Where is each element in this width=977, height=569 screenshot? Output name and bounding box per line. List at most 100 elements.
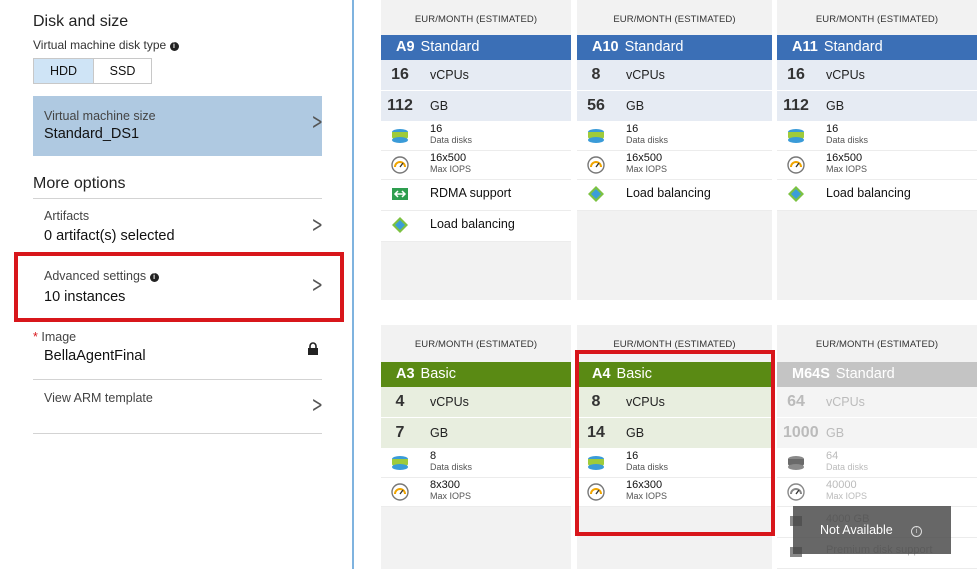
vcpu-row: 8 vCPUs bbox=[577, 60, 772, 91]
disk-icon bbox=[391, 127, 409, 145]
not-available-text: Not Available bbox=[820, 523, 893, 537]
card-title: M64S Standard bbox=[777, 362, 977, 387]
artifacts-value: 0 artifact(s) selected bbox=[44, 228, 175, 244]
ram-row: 56 GB bbox=[577, 91, 772, 122]
data-disks-label: Data disks bbox=[826, 135, 869, 145]
disk-icon bbox=[787, 454, 805, 472]
view-arm-template-row[interactable]: View ARM template > bbox=[33, 385, 323, 430]
artifacts-row[interactable]: Artifacts 0 artifact(s) selected > bbox=[33, 203, 323, 251]
data-disks-label: Data disks bbox=[430, 135, 473, 145]
data-disks-count: 8 bbox=[430, 450, 437, 462]
price-estimate: EUR/MONTH (ESTIMATED) bbox=[815, 14, 939, 25]
ram-row: 112 GB bbox=[381, 91, 571, 122]
data-disks-count: 16 bbox=[430, 123, 443, 135]
info-icon[interactable]: i bbox=[169, 42, 179, 51]
chevron-right-icon: > bbox=[311, 110, 323, 135]
max-iops-label: Max IOPS bbox=[430, 491, 472, 501]
disk-size-title: Disk and size bbox=[33, 13, 129, 30]
max-iops-row: 40000 Max IOPS bbox=[777, 478, 977, 507]
artifacts-label: Artifacts bbox=[44, 209, 90, 223]
load-balancing-icon bbox=[587, 185, 605, 203]
ram-row: 7 GB bbox=[381, 418, 571, 449]
gauge-icon bbox=[787, 156, 805, 174]
data-disks-count: 16 bbox=[626, 123, 639, 135]
gauge-icon bbox=[587, 156, 605, 174]
gauge-icon bbox=[391, 483, 409, 501]
ssd-option[interactable]: SSD bbox=[94, 59, 151, 83]
gauge-icon bbox=[391, 156, 409, 174]
feature-row: RDMA support bbox=[381, 180, 571, 211]
vm-size-card-a9[interactable]: EUR/MONTH (ESTIMATED) A9 Standard 16 vCPUs 11… bbox=[381, 0, 571, 300]
rdma-icon bbox=[391, 185, 409, 203]
vcpu-row-unit: vCPUs bbox=[430, 395, 469, 409]
hdd-option[interactable]: HDD bbox=[34, 59, 94, 83]
feature-row: Load balancing bbox=[577, 180, 772, 211]
data-disks-label: Data disks bbox=[826, 462, 869, 472]
max-iops-label: Max IOPS bbox=[626, 164, 668, 174]
max-iops-row: 16x500 Max IOPS bbox=[577, 151, 772, 180]
ram-row-value: 112 bbox=[387, 97, 413, 114]
vm-size-value: Standard_DS1 bbox=[44, 126, 140, 142]
settings-panel: Disk and size Virtual machine disk type … bbox=[0, 0, 352, 569]
ram-row-unit: GB bbox=[826, 426, 845, 440]
ram-row-unit: GB bbox=[626, 99, 645, 113]
disk-type-toggle[interactable]: HDD SSD bbox=[33, 58, 152, 84]
vcpu-row: 4 vCPUs bbox=[381, 387, 571, 418]
vcpu-row-value: 16 bbox=[787, 66, 805, 83]
vm-size-card-a3[interactable]: EUR/MONTH (ESTIMATED) A3 Basic 4 vCPUs 7 GB 8 Da… bbox=[381, 325, 571, 569]
max-iops-row: 8x300 Max IOPS bbox=[381, 478, 571, 507]
data-disks-count: 64 bbox=[826, 450, 839, 462]
max-iops-label: Max IOPS bbox=[826, 164, 868, 174]
feature-label: Load balancing bbox=[430, 217, 515, 231]
tier-name: Standard bbox=[823, 39, 883, 55]
divider bbox=[33, 433, 322, 434]
ram-row-value: 112 bbox=[783, 97, 809, 114]
vcpu-row-unit: vCPUs bbox=[826, 68, 865, 82]
vcpu-row-unit: vCPUs bbox=[626, 68, 665, 82]
disk-icon bbox=[587, 127, 605, 145]
vm-size-selector[interactable]: Virtual machine size Standard_DS1 > bbox=[33, 96, 323, 156]
info-icon: i bbox=[911, 526, 922, 537]
max-iops-value: 8x300 bbox=[430, 479, 460, 491]
arm-template-label: View ARM template bbox=[44, 391, 153, 405]
vcpu-row-unit: vCPUs bbox=[430, 68, 469, 82]
vcpu-row-value: 16 bbox=[391, 66, 409, 83]
size-code: A3 bbox=[396, 366, 415, 382]
vcpu-row-value: 4 bbox=[395, 393, 405, 410]
max-iops-value: 16x500 bbox=[626, 152, 663, 164]
card-title: A9 Standard bbox=[381, 35, 571, 60]
vm-size-label: Virtual machine size bbox=[44, 109, 156, 123]
vcpu-row-unit: vCPUs bbox=[826, 395, 865, 409]
feature-label: Load balancing bbox=[626, 186, 711, 200]
disk-icon bbox=[391, 454, 409, 472]
image-value: BellaAgentFinal bbox=[44, 348, 146, 364]
vcpu-row-value: 64 bbox=[787, 393, 805, 410]
vm-size-card-a11[interactable]: EUR/MONTH (ESTIMATED) A11 Standard 16 vCPUs 1… bbox=[777, 0, 977, 300]
vm-size-card-a10[interactable]: EUR/MONTH (ESTIMATED) A10 Standard 8 vCPUs 56… bbox=[577, 0, 772, 300]
feature-label: Load balancing bbox=[826, 186, 911, 200]
vcpu-row: 16 vCPUs bbox=[777, 60, 977, 91]
max-iops-row: 16x500 Max IOPS bbox=[777, 151, 977, 180]
ram-row-value: 7 bbox=[395, 424, 405, 441]
lock-icon bbox=[308, 342, 318, 355]
max-iops-row: 16x500 Max IOPS bbox=[381, 151, 571, 180]
ram-row-unit: GB bbox=[826, 99, 845, 113]
size-code: A10 bbox=[592, 39, 619, 55]
highlight-a4-basic bbox=[575, 350, 775, 536]
size-code: M64S bbox=[792, 366, 830, 382]
highlight-advanced-settings bbox=[14, 252, 344, 322]
max-iops-value: 16x500 bbox=[826, 152, 863, 164]
max-iops-value: 16x500 bbox=[430, 152, 467, 164]
vcpu-row: 16 vCPUs bbox=[381, 60, 571, 91]
size-code: A11 bbox=[792, 39, 818, 55]
panel-separator bbox=[352, 0, 354, 569]
divider bbox=[33, 198, 322, 199]
ram-row-value: 1000 bbox=[783, 424, 819, 441]
card-title: A11 Standard bbox=[777, 35, 977, 60]
divider bbox=[33, 379, 322, 380]
max-iops-value: 40000 bbox=[826, 479, 857, 491]
ram-row-unit: GB bbox=[430, 99, 449, 113]
data-disks-count: 16 bbox=[826, 123, 839, 135]
card-title: A3 Basic bbox=[381, 362, 571, 387]
feature-row: Load balancing bbox=[381, 211, 571, 242]
